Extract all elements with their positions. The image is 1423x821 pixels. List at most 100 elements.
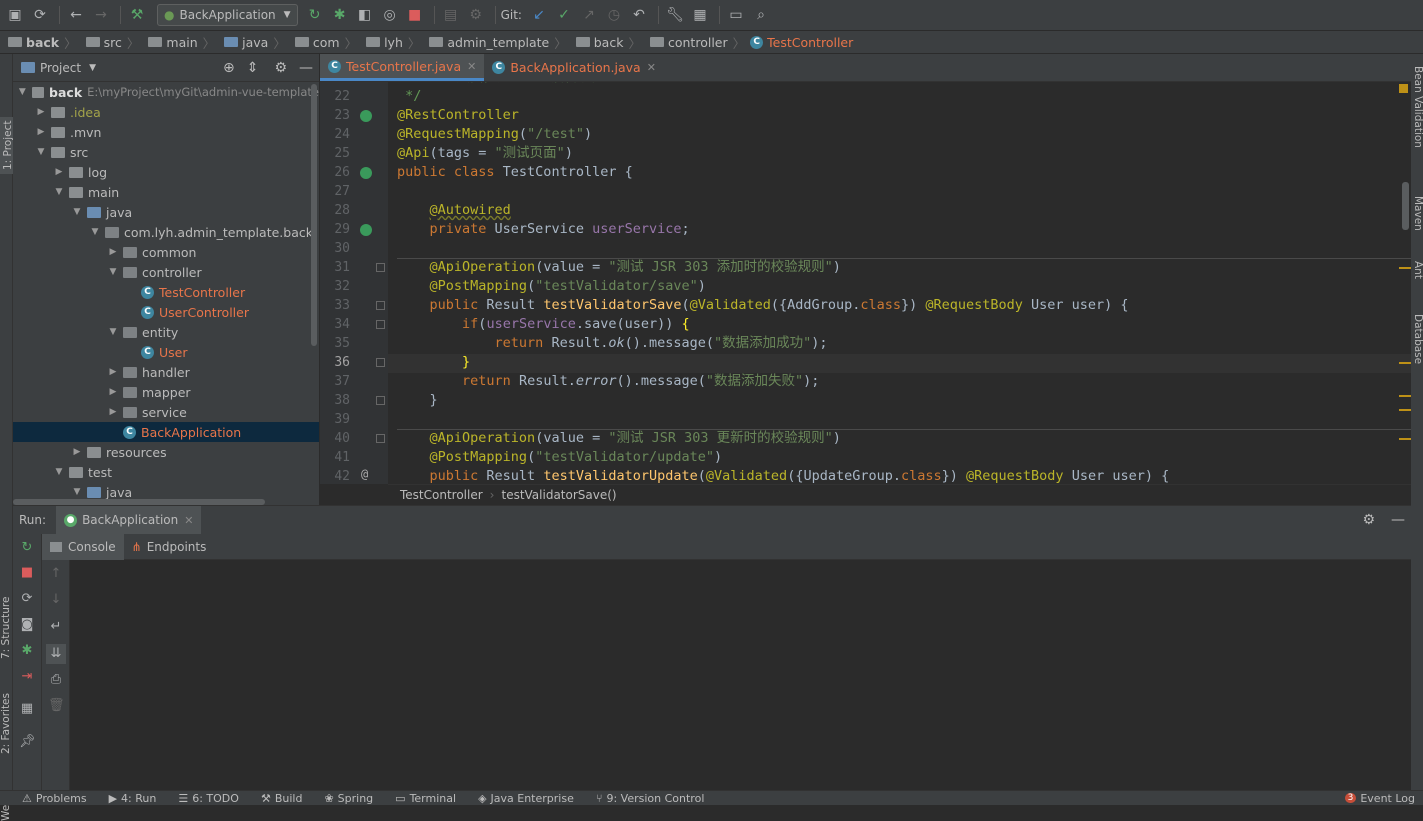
coverage-icon[interactable]: ◧ [354, 4, 376, 26]
tree-item[interactable]: ▶ .idea [13, 102, 319, 122]
tree-item[interactable]: ▼ controller [13, 262, 319, 282]
arrow-down-icon[interactable]: ↓ [48, 592, 64, 608]
chevron-right-icon[interactable]: ▶ [71, 447, 83, 457]
wrench-icon[interactable]: 🔧︎ [664, 4, 686, 26]
trash-icon[interactable]: 🗑︎ [48, 698, 65, 714]
tool-window-favorites[interactable]: 2: Favorites [0, 693, 12, 754]
stop-icon[interactable]: ■ [404, 4, 426, 26]
tree-item[interactable]: C TestController [13, 282, 319, 302]
save-icon[interactable]: ▣ [4, 4, 26, 26]
breadcrumb-item[interactable]: controller 〉 [646, 33, 750, 52]
tree-item[interactable]: ▼ src [13, 142, 319, 162]
debug-icon[interactable]: ✱ [19, 643, 35, 659]
chevron-right-icon[interactable]: ▶ [107, 407, 119, 417]
fold-icon[interactable] [376, 358, 385, 367]
class-gutter-icon[interactable] [360, 167, 372, 179]
debug-icon[interactable]: ✱ [329, 4, 351, 26]
tab-backapplication[interactable]: C BackApplication.java ✕ [484, 54, 664, 81]
tree-item[interactable]: ▼ com.lyh.admin_template.back [13, 222, 319, 242]
tool-terminal[interactable]: ▭ Terminal [395, 792, 456, 805]
crumb-class[interactable]: TestController [400, 488, 483, 502]
fold-icon[interactable] [376, 320, 385, 329]
tool-run[interactable]: ▶ 4: Run [109, 792, 157, 805]
fold-icon[interactable] [376, 434, 385, 443]
tab-endpoints[interactable]: ⋔ Endpoints [124, 534, 215, 560]
event-log[interactable]: 3 Event Log [1344, 792, 1415, 805]
rerun-icon[interactable]: ↻ [304, 4, 326, 26]
tree-item[interactable]: ▶ mapper [13, 382, 319, 402]
tool-java-enterprise[interactable]: ◈ Java Enterprise [478, 792, 574, 805]
run-configuration-select[interactable]: ● BackApplication ▼ [157, 4, 298, 26]
breadcrumb-item[interactable]: java 〉 [220, 33, 291, 52]
git-commit-icon[interactable]: ✓ [553, 4, 575, 26]
chevron-down-icon[interactable]: ▼ [35, 147, 47, 157]
restart-icon[interactable]: ⟳ [19, 591, 35, 607]
console-output[interactable] [70, 560, 1411, 790]
breadcrumb-item[interactable]: back 〉 [572, 33, 646, 52]
close-icon[interactable]: ✕ [467, 60, 476, 73]
error-stripe-mark[interactable] [1399, 409, 1411, 411]
gear-icon[interactable]: ⚙ [1362, 512, 1375, 528]
collapse-all-icon[interactable]: ⇕ [247, 60, 259, 76]
tool-build[interactable]: ⚒ Build [261, 792, 303, 805]
tree-item[interactable]: ▶ service [13, 402, 319, 422]
bean-gutter-icon[interactable] [360, 110, 372, 122]
tool-window-bean-validation[interactable]: Bean Validation [1412, 66, 1423, 148]
chevron-right-icon[interactable]: ▶ [35, 107, 47, 117]
scroll-thumb[interactable] [1402, 182, 1409, 230]
exit-icon[interactable]: ⇥ [19, 669, 35, 685]
tool-window-maven[interactable]: Maven [1412, 196, 1423, 231]
breadcrumb-item[interactable]: lyh 〉 [362, 33, 425, 52]
forward-icon[interactable]: → [90, 4, 112, 26]
attach-icon[interactable]: ▤ [440, 4, 462, 26]
print-icon[interactable]: ⎙ [48, 672, 64, 688]
breadcrumb-item[interactable]: admin_template 〉 [425, 33, 571, 52]
chevron-down-icon[interactable]: ▼ [89, 63, 96, 73]
override-icon[interactable]: @ [361, 467, 368, 481]
tree-item[interactable]: C UserController [13, 302, 319, 322]
close-icon[interactable]: ✕ [647, 61, 656, 74]
debugger-icon[interactable]: ⚙ [465, 4, 487, 26]
chevron-down-icon[interactable]: ▼ [71, 487, 83, 497]
minimize-icon[interactable]: — [1391, 512, 1405, 528]
git-push-icon[interactable]: ↗ [578, 4, 600, 26]
chevron-right-icon[interactable]: ▶ [107, 367, 119, 377]
chevron-down-icon[interactable]: ▼ [53, 187, 65, 197]
scroll-to-end-icon[interactable]: ⇊ [46, 644, 66, 664]
build-hammer-icon[interactable]: ⚒ [126, 4, 148, 26]
tree-item[interactable]: ▼ entity [13, 322, 319, 342]
chevron-right-icon[interactable]: ▶ [107, 387, 119, 397]
breadcrumb-item[interactable]: C TestController [750, 35, 853, 50]
chevron-right-icon[interactable]: ▶ [107, 247, 119, 257]
crumb-method[interactable]: testValidatorSave() [501, 488, 616, 502]
camera-icon[interactable]: ◙ [19, 617, 35, 633]
tool-window-database[interactable]: Database [1412, 314, 1423, 364]
tool-spring[interactable]: ❀ Spring [324, 792, 373, 805]
fold-icon[interactable] [376, 301, 385, 310]
rerun-icon[interactable]: ↻ [19, 540, 35, 556]
autowired-gutter-icon[interactable] [360, 224, 372, 236]
run-tab[interactable]: ● BackApplication ✕ [56, 505, 202, 535]
close-icon[interactable]: ✕ [184, 514, 193, 527]
profile-icon[interactable]: ◎ [379, 4, 401, 26]
tab-console[interactable]: Console [42, 533, 124, 560]
layout-icon[interactable]: ▦ [19, 701, 35, 717]
tree-item[interactable]: ▶ log [13, 162, 319, 182]
chevron-down-icon[interactable]: ▼ [53, 467, 65, 477]
chevron-down-icon[interactable]: ▼ [89, 227, 101, 237]
search-icon[interactable]: ⌕ [750, 4, 772, 26]
tree-root[interactable]: ▼ back E:\myProject\myGit\admin-vue-temp… [13, 82, 319, 102]
error-stripe-mark[interactable] [1399, 267, 1411, 269]
error-stripe-mark[interactable] [1399, 438, 1411, 440]
breadcrumb-item[interactable]: src 〉 [82, 33, 145, 52]
tree-item[interactable]: C BackApplication [13, 422, 319, 442]
chevron-down-icon[interactable]: ▼ [107, 267, 119, 277]
soft-wrap-icon[interactable]: ↵ [48, 619, 64, 635]
chevron-right-icon[interactable]: ▶ [35, 127, 47, 137]
project-structure-icon[interactable]: ▦ [689, 4, 711, 26]
chevron-right-icon[interactable]: ▶ [53, 167, 65, 177]
tool-window-ant[interactable]: Ant [1412, 261, 1423, 279]
tree-item[interactable]: ▼ java [13, 202, 319, 222]
tree-item[interactable]: ▶ handler [13, 362, 319, 382]
tree-item[interactable]: ▶ resources [13, 442, 319, 462]
